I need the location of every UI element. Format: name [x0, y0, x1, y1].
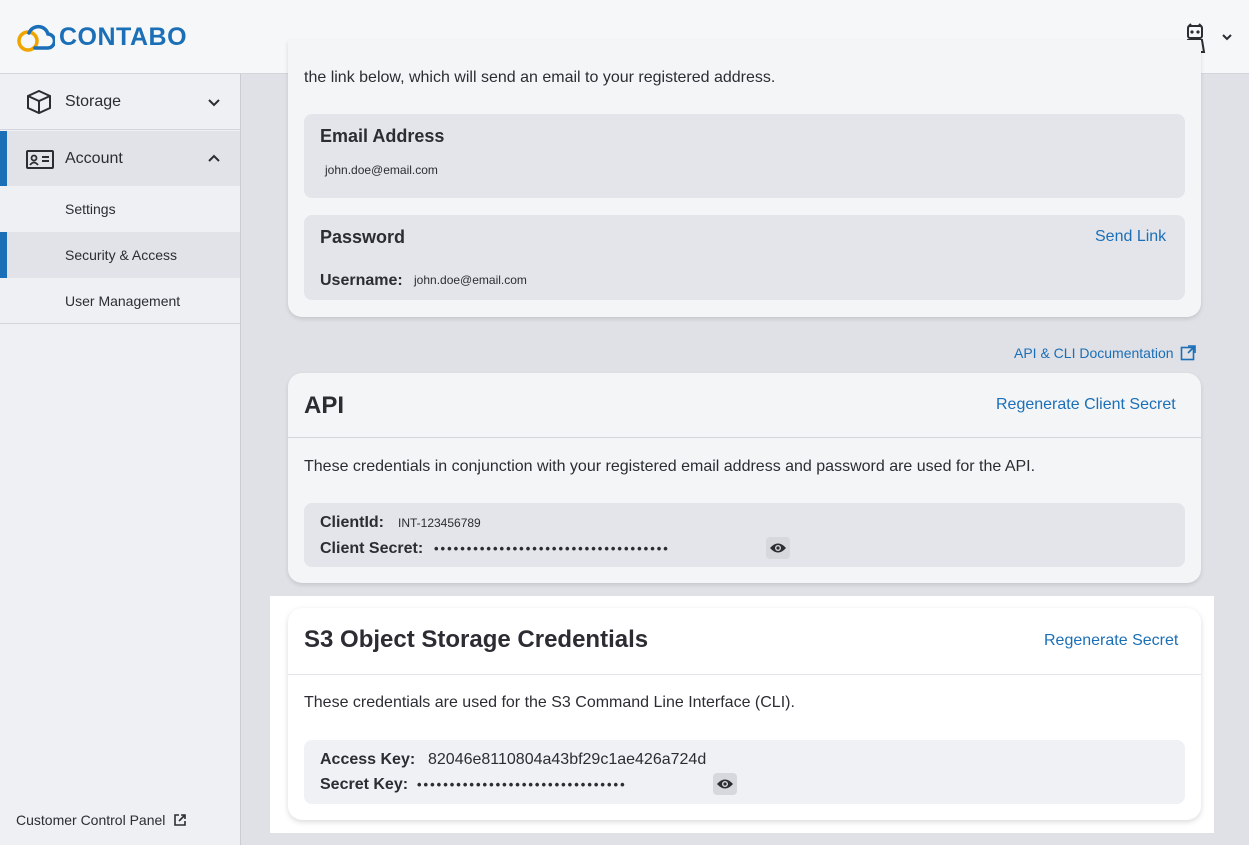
customer-control-panel-link[interactable]: Customer Control Panel [16, 812, 187, 828]
contabo-logo[interactable]: CONTABO [15, 20, 187, 54]
password-box: Password Send Link Username: john.doe@em… [304, 215, 1185, 300]
sidebar-item-storage[interactable]: Storage [0, 74, 240, 130]
access-key-value: 82046e8110804a43bf29c1ae426a724d [428, 751, 707, 768]
customer-control-panel-label: Customer Control Panel [16, 812, 166, 828]
box-icon [27, 89, 51, 114]
sidebar-item-label: Account [65, 149, 123, 167]
sidebar-subitem-label: Settings [65, 201, 116, 217]
client-secret-label: Client Secret: [320, 540, 424, 557]
regenerate-client-secret-button[interactable]: Regenerate Client Secret [996, 396, 1176, 414]
username-label: Username: [320, 272, 403, 289]
show-client-secret-button[interactable] [766, 537, 790, 559]
username-value: john.doe@email.com [414, 273, 527, 287]
secret-key-masked: •••••••••••••••••••••••••••••••• [417, 777, 627, 792]
client-secret-masked: •••••••••••••••••••••••••••••••••••• [434, 541, 670, 556]
chevron-down-icon [208, 98, 220, 106]
sidebar-item-security-access[interactable]: Security & Access [0, 232, 240, 278]
password-label: Password [320, 227, 406, 247]
external-link-icon [1180, 345, 1196, 361]
eye-icon [770, 543, 786, 553]
login-intro-text: the link below, which will send an email… [304, 69, 776, 86]
secret-key-label: Secret Key: [320, 776, 409, 793]
sidebar: Storage Account Settings Security & Acce… [0, 74, 241, 845]
sidebar-item-label: Storage [65, 92, 122, 110]
eye-icon [717, 779, 733, 789]
access-key-label: Access Key: [320, 751, 416, 768]
sidebar-subitem-label: Security & Access [65, 247, 178, 263]
sidebar-item-user-management[interactable]: User Management [0, 278, 240, 324]
send-link-button[interactable]: Send Link [1095, 228, 1166, 246]
external-link-icon [174, 814, 187, 826]
regenerate-secret-button[interactable]: Regenerate Secret [1044, 632, 1178, 650]
email-address-box: Email Address john.doe@email.com [304, 114, 1185, 198]
documentation-link-label: API & CLI Documentation [1014, 345, 1174, 361]
api-card-title: API [304, 392, 345, 419]
email-label: Email Address [320, 126, 445, 146]
sidebar-item-settings[interactable]: Settings [0, 186, 240, 232]
client-id-label: ClientId: [320, 514, 384, 531]
api-card: API Regenerate Client Secret These crede… [288, 373, 1201, 583]
sidebar-subitem-label: User Management [65, 292, 181, 309]
id-card-icon [26, 149, 54, 169]
s3-card-divider [288, 674, 1201, 675]
client-id-value: INT-123456789 [398, 516, 481, 530]
show-secret-key-button[interactable] [713, 773, 737, 795]
api-card-divider [288, 437, 1201, 438]
chevron-up-icon [208, 154, 220, 162]
api-card-description: These credentials in conjunction with yo… [304, 458, 1036, 475]
api-credentials-box: ClientId: INT-123456789 Client Secret: •… [304, 503, 1185, 567]
chevron-down-icon[interactable] [1220, 30, 1234, 44]
s3-credentials-box: Access Key: 82046e8110804a43bf29c1ae426a… [304, 740, 1185, 804]
api-cli-documentation-link[interactable]: API & CLI Documentation [1014, 345, 1196, 361]
s3-card-description: These credentials are used for the S3 Co… [304, 694, 795, 711]
cloud-logo-icon [17, 24, 55, 52]
s3-card-title: S3 Object Storage Credentials [304, 626, 649, 653]
brand-name: CONTABO [59, 22, 188, 51]
email-value: john.doe@email.com [325, 163, 438, 177]
sidebar-item-account[interactable]: Account [0, 131, 240, 186]
